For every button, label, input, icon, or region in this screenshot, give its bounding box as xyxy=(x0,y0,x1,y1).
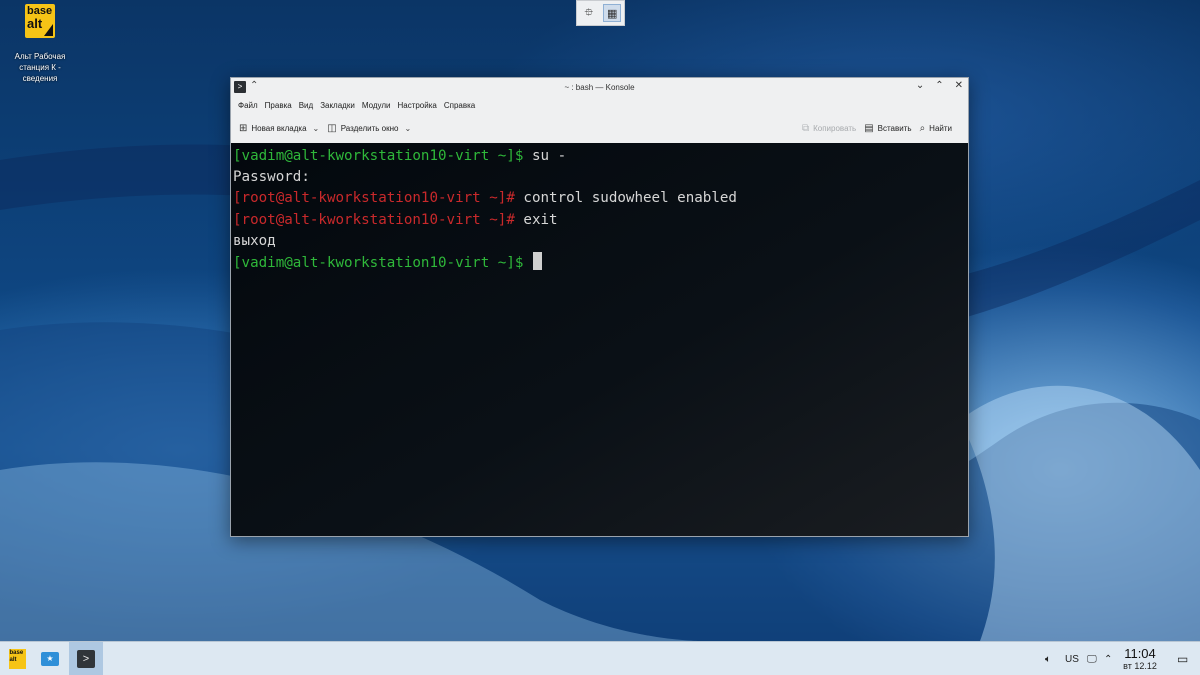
paste-icon: ▤ xyxy=(864,123,874,134)
maximize-icon[interactable]: ⌃ xyxy=(935,80,943,91)
basealt-logo-icon: base alt xyxy=(25,4,55,38)
chevron-down-icon[interactable]: ⌄ xyxy=(313,124,320,133)
window-title: ~ : bash — Konsole xyxy=(564,82,635,92)
find-label: Найти xyxy=(929,124,952,133)
main-toolbar: ⊞ Новая вкладка ⌄ ◫ Разделить окно ⌄ ⧉ К… xyxy=(231,114,968,144)
menu-bookmarks[interactable]: Закладки xyxy=(319,101,361,110)
terminal-text: выход xyxy=(233,232,276,249)
terminal-output[interactable]: [vadim@alt-kworkstation10-virt ~]$ su - P… xyxy=(231,143,968,536)
copy-button[interactable]: ⧉ Копировать xyxy=(802,123,856,134)
terminal-text: control sudowheel enabled xyxy=(514,190,737,207)
terminal-text: exit xyxy=(514,211,558,228)
terminal-line: выход xyxy=(233,231,968,252)
desktop-toolbox: ⯐ ▦ xyxy=(576,0,625,26)
terminal-text: su - xyxy=(523,148,567,164)
network-icon[interactable]: 🖵︎ xyxy=(1087,642,1097,675)
app-launcher-button[interactable]: base alt xyxy=(0,642,34,675)
close-icon[interactable]: ✕ xyxy=(955,80,963,91)
minimize-icon[interactable]: ⌄ xyxy=(916,80,924,91)
terminal-line: [vadim@alt-kworkstation10-virt ~]$ xyxy=(233,251,968,273)
shell-prompt: [vadim@alt-kworkstation10-virt ~]$ xyxy=(233,148,524,164)
terminal-line: [root@alt-kworkstation10-virt ~]# exit xyxy=(233,210,968,231)
keep-above-icon[interactable]: ⌃ xyxy=(250,80,258,91)
launcher-logo-text-alt: alt xyxy=(9,657,17,663)
menu-view[interactable]: Вид xyxy=(298,101,319,110)
clock[interactable]: 11:04 вт 12.12 xyxy=(1118,646,1162,672)
shell-prompt: [root@alt-kworkstation10-virt ~]# xyxy=(233,211,515,228)
terminal-line: Password: xyxy=(233,167,968,188)
paste-button[interactable]: ▤ Вставить xyxy=(864,123,911,134)
terminal-line: [vadim@alt-kworkstation10-virt ~]$ su - xyxy=(233,146,968,167)
shell-prompt: [vadim@alt-kworkstation10-virt ~]$ xyxy=(233,254,524,271)
copy-label: Копировать xyxy=(813,124,857,133)
search-icon: ⌕ xyxy=(919,123,926,134)
window-titlebar[interactable]: > ⌃ ~ : bash — Konsole ⌄ ⌃ ✕ xyxy=(231,78,968,96)
terminal-icon: > xyxy=(77,650,95,668)
paste-label: Вставить xyxy=(877,124,912,133)
expand-tray-icon[interactable]: ⌃ xyxy=(1104,642,1112,675)
basealt-logo-icon: base alt xyxy=(8,649,26,669)
clock-date: вт 12.12 xyxy=(1123,661,1157,671)
terminal-line: [root@alt-kworkstation10-virt ~]# contro… xyxy=(233,188,968,209)
find-button[interactable]: ⌕ Найти xyxy=(920,123,952,134)
chevron-down-icon[interactable]: ⌄ xyxy=(404,124,411,133)
show-desktop-icon[interactable]: ▭ xyxy=(1177,642,1188,675)
desktop-icon-label: Альт Рабочая станция К - сведения xyxy=(14,52,66,83)
menu-settings[interactable]: Настройка xyxy=(396,101,442,110)
clock-time: 11:04 xyxy=(1124,646,1156,661)
split-view-button[interactable]: ◫ Разделить окно ⌄ xyxy=(327,123,411,134)
launcher-logo-text-base: base xyxy=(9,650,24,656)
taskbar: base alt ★ > 🔈︎ US 🖵︎ ⌃ 11:04 вт 12.12 ▭ xyxy=(0,641,1200,675)
desktop-icon-about-system[interactable]: base alt Альт Рабочая станция К - сведен… xyxy=(6,4,74,84)
folder-icon: ★ xyxy=(41,652,59,666)
logo-text-alt: alt xyxy=(27,16,43,31)
terminal-text: Password: xyxy=(233,169,310,186)
shell-prompt: [root@alt-kworkstation10-virt ~]# xyxy=(233,190,515,207)
file-manager-button[interactable]: ★ xyxy=(33,642,67,675)
split-view-label: Разделить окно xyxy=(340,124,399,133)
layout-icon[interactable]: ▦ xyxy=(603,4,622,22)
konsole-task-button[interactable]: > xyxy=(69,642,103,675)
split-view-icon: ◫ xyxy=(327,123,337,134)
menu-file[interactable]: Файл xyxy=(237,101,264,110)
new-tab-label: Новая вкладка xyxy=(251,124,307,133)
konsole-app-icon[interactable]: > xyxy=(234,81,246,93)
menu-plugins[interactable]: Модули xyxy=(361,101,397,110)
konsole-window: > ⌃ ~ : bash — Konsole ⌄ ⌃ ✕ Файл Правка… xyxy=(230,77,969,537)
menubar: Файл Правка Вид Закладки Модули Настройк… xyxy=(231,96,968,114)
text-cursor xyxy=(532,251,542,270)
volume-icon[interactable]: 🔈︎ xyxy=(1045,642,1051,675)
menu-edit[interactable]: Правка xyxy=(264,101,298,110)
new-tab-icon: ⊞ xyxy=(239,123,248,134)
keyboard-layout-indicator[interactable]: US xyxy=(1065,642,1079,675)
menu-help[interactable]: Справка xyxy=(443,101,481,110)
copy-icon: ⧉ xyxy=(801,123,810,134)
pin-icon[interactable]: ⯐ xyxy=(580,4,598,22)
new-tab-button[interactable]: ⊞ Новая вкладка ⌄ xyxy=(239,123,319,134)
